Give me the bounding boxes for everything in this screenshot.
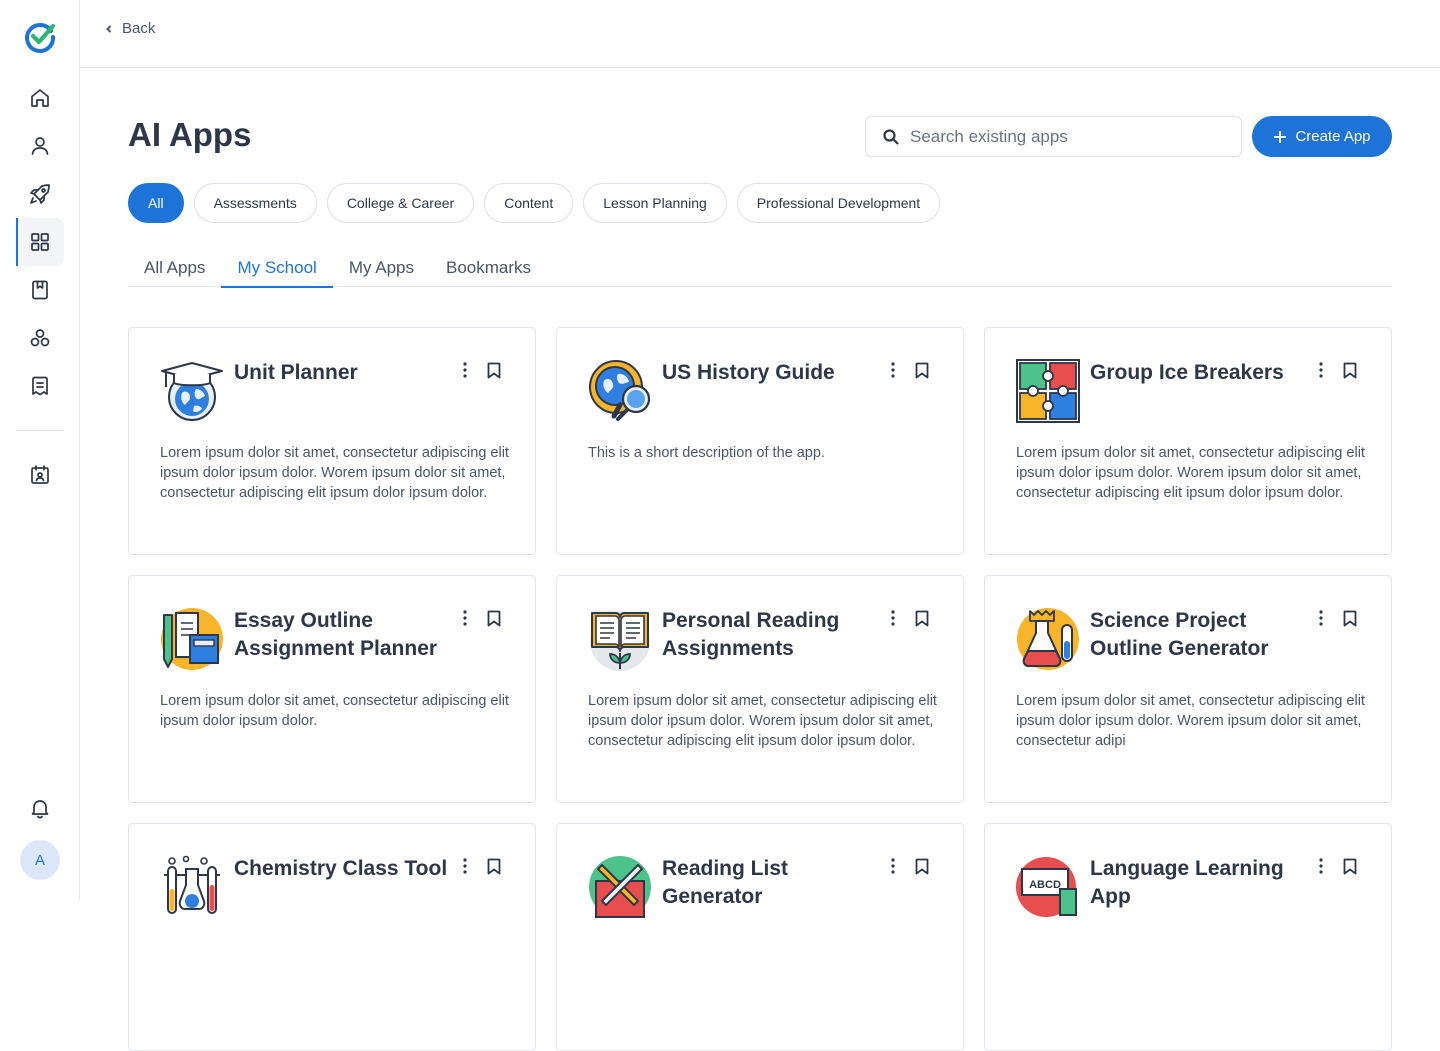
bookmark-icon[interactable]	[913, 360, 931, 380]
nav-calendar[interactable]	[16, 451, 64, 499]
category-filters: All Assessments College & Career Content…	[128, 183, 941, 223]
app-card[interactable]: US History Guide This is a short descrip…	[556, 327, 964, 555]
app-card[interactable]: Unit Planner Lorem ipsum dolor sit amet,…	[128, 327, 536, 555]
more-options-icon[interactable]	[457, 856, 473, 876]
community-icon	[30, 329, 50, 347]
more-options-icon[interactable]	[1313, 360, 1329, 380]
nav-library[interactable]	[16, 362, 64, 410]
card-title: Language Learning App	[1090, 857, 1284, 908]
nav-notifications[interactable]	[16, 784, 64, 832]
card-description: Lorem ipsum dolor sit amet, consectetur …	[160, 693, 509, 729]
svg-text:ABCD: ABCD	[1029, 879, 1061, 891]
search-box[interactable]	[865, 116, 1242, 157]
card-title: Science Project Outline Generator	[1090, 609, 1269, 660]
chemistry-tubes-icon	[160, 855, 224, 919]
bookmark-icon[interactable]	[1341, 856, 1359, 876]
nav-profile[interactable]	[16, 122, 64, 170]
rocket-icon	[30, 184, 50, 204]
apps-grid-icon	[31, 233, 49, 251]
sidebar: A	[0, 0, 80, 900]
search-icon	[883, 128, 899, 145]
bookmark-icon[interactable]	[913, 856, 931, 876]
nav-apps[interactable]	[16, 218, 64, 266]
more-options-icon[interactable]	[885, 856, 901, 876]
page-title: AI Apps	[128, 116, 252, 153]
bookmark-icon[interactable]	[485, 856, 503, 876]
card-description: Lorem ipsum dolor sit amet, consectetur …	[1016, 693, 1365, 749]
filter-chip-professional-development[interactable]: Professional Development	[736, 183, 941, 223]
search-input[interactable]	[910, 126, 1210, 147]
card-title: Chemistry Class Tool	[234, 857, 448, 880]
filter-chip-college-career[interactable]: College & Career	[326, 183, 475, 223]
bookmark-icon[interactable]	[1341, 608, 1359, 628]
card-title: Unit Planner	[234, 361, 358, 384]
home-icon	[31, 89, 49, 107]
sidebar-divider	[16, 430, 64, 431]
more-options-icon[interactable]	[457, 608, 473, 628]
app-card[interactable]: Essay Outline Assignment Planner Lorem i…	[128, 575, 536, 803]
avatar-initial: A	[34, 851, 45, 869]
logo-icon[interactable]	[24, 21, 56, 53]
app-card[interactable]: Personal Reading Assignments Lorem ipsum…	[556, 575, 964, 803]
card-description: This is a short description of the app.	[588, 445, 825, 461]
bookmark-icon[interactable]	[913, 608, 931, 628]
create-app-label: Create App	[1295, 128, 1371, 145]
card-title: Reading List Generator	[662, 857, 789, 908]
tab-my-apps[interactable]: My Apps	[333, 248, 430, 287]
app-card[interactable]: ABCD Language Learning App	[984, 823, 1392, 1051]
flask-icon	[1016, 607, 1080, 671]
bookmark-icon[interactable]	[485, 360, 503, 380]
abcd-board-icon: ABCD	[1016, 855, 1080, 919]
more-options-icon[interactable]	[1313, 608, 1329, 628]
create-app-button[interactable]: Create App	[1252, 116, 1392, 157]
nav-community[interactable]	[16, 314, 64, 362]
app-card[interactable]: Science Project Outline Generator Lorem …	[984, 575, 1392, 803]
plus-icon	[1274, 130, 1287, 143]
bookmark-icon[interactable]	[485, 608, 503, 628]
nav-launch[interactable]	[16, 170, 64, 218]
app-card[interactable]: Reading List Generator	[556, 823, 964, 1051]
globe-magnifier-icon	[588, 359, 652, 423]
card-description: Lorem ipsum dolor sit amet, consectetur …	[1016, 445, 1365, 501]
tab-all-apps[interactable]: All Apps	[128, 248, 221, 287]
library-icon	[32, 376, 48, 396]
graduation-globe-icon	[160, 359, 224, 423]
tab-my-school[interactable]: My School	[221, 248, 334, 288]
chevron-left-icon	[106, 24, 112, 33]
tab-bookmarks[interactable]: Bookmarks	[430, 248, 547, 287]
bookmark-icon[interactable]	[1341, 360, 1359, 380]
nav-saved[interactable]	[16, 266, 64, 314]
card-title: Group Ice Breakers	[1090, 361, 1284, 384]
bookmark-book-icon	[32, 280, 48, 300]
card-description: Lorem ipsum dolor sit amet, consectetur …	[160, 445, 509, 501]
more-options-icon[interactable]	[457, 360, 473, 380]
open-book-plant-icon	[588, 607, 652, 671]
filter-chip-content[interactable]: Content	[484, 183, 574, 223]
more-options-icon[interactable]	[1313, 856, 1329, 876]
books-pencil-icon	[160, 607, 224, 671]
filter-chip-all[interactable]: All	[128, 183, 184, 223]
app-card[interactable]: Chemistry Class Tool	[128, 823, 536, 1051]
more-options-icon[interactable]	[885, 608, 901, 628]
more-options-icon[interactable]	[885, 360, 901, 380]
avatar[interactable]: A	[20, 840, 60, 880]
nav-home[interactable]	[16, 74, 64, 122]
filter-chip-lesson-planning[interactable]: Lesson Planning	[583, 183, 727, 223]
book-pencil-ruler-icon	[588, 855, 652, 919]
app-tabs: All Apps My School My Apps Bookmarks	[128, 248, 1392, 288]
filter-chip-assessments[interactable]: Assessments	[193, 183, 317, 223]
card-title: Essay Outline Assignment Planner	[234, 609, 438, 660]
back-label: Back	[122, 20, 156, 37]
user-icon	[31, 137, 49, 155]
calendar-contact-icon	[31, 465, 49, 484]
puzzle-icon	[1016, 359, 1080, 423]
card-description: Lorem ipsum dolor sit amet, consectetur …	[588, 693, 937, 749]
card-title: Personal Reading Assignments	[662, 609, 840, 660]
bell-icon	[31, 800, 49, 819]
back-button[interactable]: Back	[104, 20, 155, 37]
app-card[interactable]: Group Ice Breakers Lorem ipsum dolor sit…	[984, 327, 1392, 555]
card-title: US History Guide	[662, 361, 835, 384]
topbar: Back	[80, 0, 1440, 68]
